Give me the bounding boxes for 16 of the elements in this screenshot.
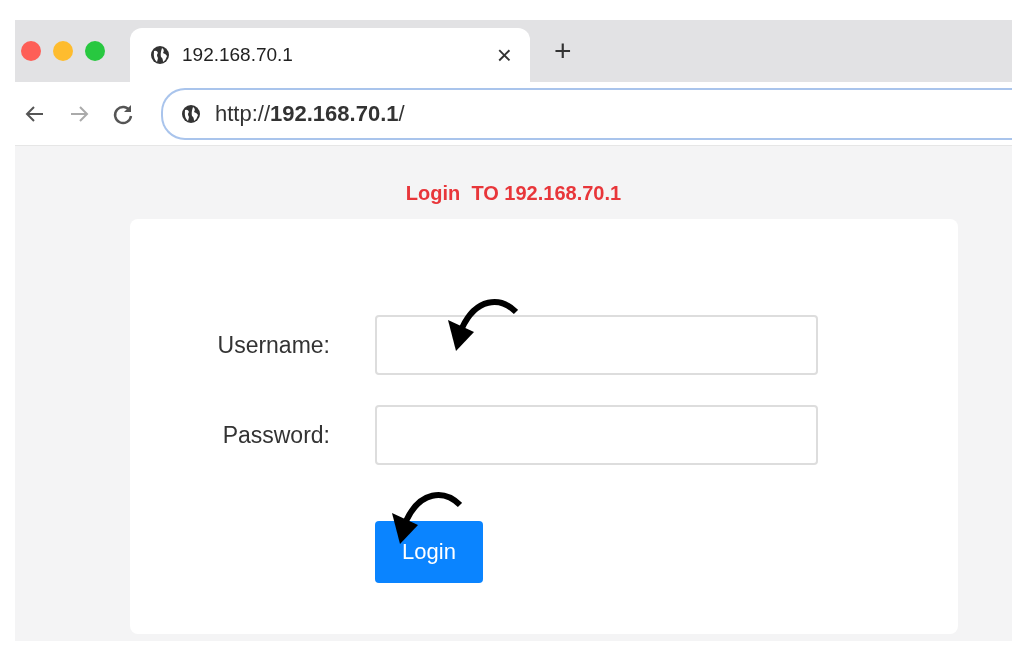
new-tab-button[interactable]: + [554, 36, 572, 66]
globe-icon [181, 103, 201, 124]
login-button[interactable]: Login [375, 521, 483, 583]
address-field[interactable]: http://192.168.70.1/ [161, 87, 1012, 140]
globe-icon [150, 45, 170, 65]
window-control[interactable] [85, 41, 105, 61]
page-title: Login TO 192.168.70.1 [405, 182, 622, 205]
window-control[interactable] [53, 41, 73, 61]
tab-title: 192.168.70.1 [182, 44, 294, 66]
window-control[interactable] [21, 41, 41, 61]
input-field[interactable] [375, 315, 818, 375]
input-field[interactable] [375, 405, 818, 465]
field-label: Password: [221, 421, 330, 449]
browser-tab[interactable]: 192.168.70.1 × [130, 28, 530, 82]
field-label: Username: [216, 331, 330, 359]
close-tab-button[interactable]: × [496, 42, 512, 68]
